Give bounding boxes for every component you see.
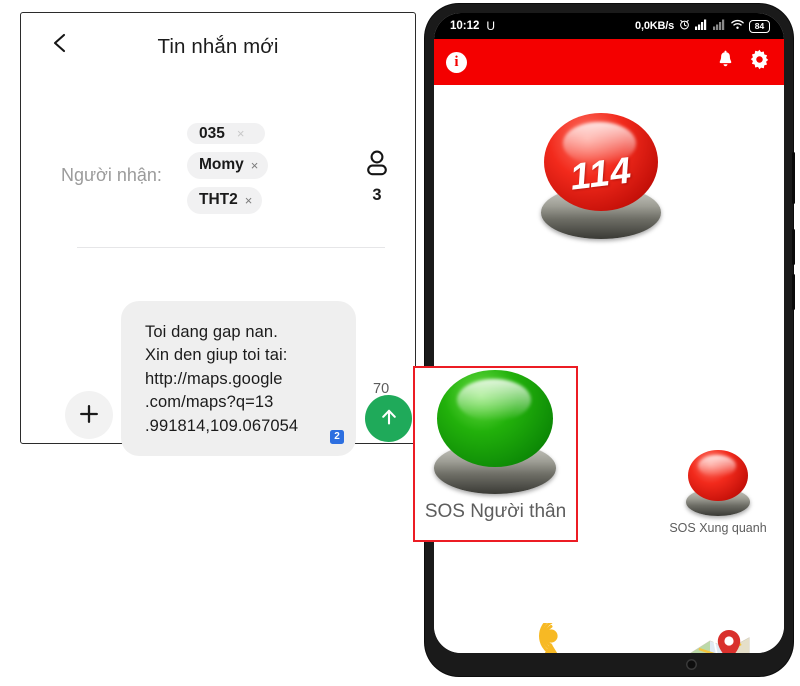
recipient-chip-label: 035: [199, 125, 225, 142]
plus-icon: [78, 403, 100, 428]
tile-report-map[interactable]: Report Map: [660, 620, 780, 653]
send-button[interactable]: [365, 395, 412, 442]
bell-icon[interactable]: [716, 50, 735, 75]
arrow-up-icon: [377, 405, 401, 432]
sos-family-dome: [431, 370, 559, 494]
button-gloss: [456, 378, 531, 421]
remove-chip-icon[interactable]: ×: [237, 123, 245, 144]
recipient-chip-label: Momy: [199, 156, 244, 173]
person-icon: [357, 149, 397, 182]
recipient-count-value: 3: [372, 186, 382, 204]
screenshot-root: Tin nhắn mới Người nhận: 035 × Momy × TH…: [0, 0, 800, 686]
recipient-chip-label: THT2: [199, 191, 238, 208]
info-icon[interactable]: i: [446, 51, 467, 73]
status-bar: 10:12 U 0,0KB/s 84: [434, 13, 784, 39]
recipient-chip[interactable]: 035 ×: [187, 123, 266, 144]
alarm-clock-icon: [679, 19, 690, 33]
tile-label: SOS Người thân: [424, 501, 567, 522]
tile-sos-around[interactable]: SOS Xung quanh: [658, 450, 778, 535]
page-title: Tin nhắn mới: [157, 35, 279, 58]
attach-button[interactable]: [65, 391, 113, 439]
message-text: Toi dang gap nan. Xin den giup toi tai: …: [145, 323, 299, 435]
remove-chip-icon[interactable]: ×: [251, 158, 259, 173]
recipient-chip[interactable]: THT2 ×: [187, 187, 263, 214]
emergency-114-button[interactable]: 114: [538, 113, 664, 239]
recipient-chip-list: 035 × Momy × THT2 ×: [187, 123, 269, 214]
tile-label: SOS Xung quanh: [669, 521, 767, 535]
signal-bars-icon: [695, 19, 708, 33]
phone-mockup: 10:12 U 0,0KB/s 84 i 114 SOS Xung quanh: [425, 4, 795, 676]
recipient-counter[interactable]: 3: [357, 149, 397, 205]
sms-compose-card: Tin nhắn mới Người nhận: 035 × Momy × TH…: [20, 12, 416, 457]
message-bubble[interactable]: Toi dang gap nan. Xin den giup toi tai: …: [121, 301, 356, 457]
divider: [77, 247, 385, 248]
recipient-chip[interactable]: Momy ×: [187, 152, 269, 179]
sos-around-dome: [685, 450, 751, 516]
network-speed: 0,0KB/s: [635, 20, 674, 32]
remove-chip-icon[interactable]: ×: [245, 193, 253, 208]
signal-bars-inactive-icon: [713, 19, 726, 33]
recipients-label: Người nhận:: [61, 165, 162, 185]
tile-sos-family[interactable]: SOS Người thân: [415, 368, 576, 540]
sms-app-bar: Tin nhắn mới: [21, 13, 415, 75]
volume-up-button[interactable]: [792, 229, 795, 265]
wifi-icon: [731, 19, 744, 33]
camera-dot-icon: [686, 659, 697, 670]
status-time: 10:12: [450, 20, 480, 32]
phone-screen: 10:12 U 0,0KB/s 84 i 114 SOS Xung quanh: [434, 13, 784, 653]
battery-level: 84: [749, 19, 770, 33]
usb-icon: U: [486, 19, 496, 33]
power-button[interactable]: [792, 152, 795, 204]
app-header: i: [434, 39, 784, 85]
tile-report[interactable]: Report: [496, 616, 606, 653]
volume-down-button[interactable]: [792, 274, 795, 310]
gear-icon[interactable]: [749, 49, 770, 75]
sim-badge: 2: [330, 430, 344, 445]
